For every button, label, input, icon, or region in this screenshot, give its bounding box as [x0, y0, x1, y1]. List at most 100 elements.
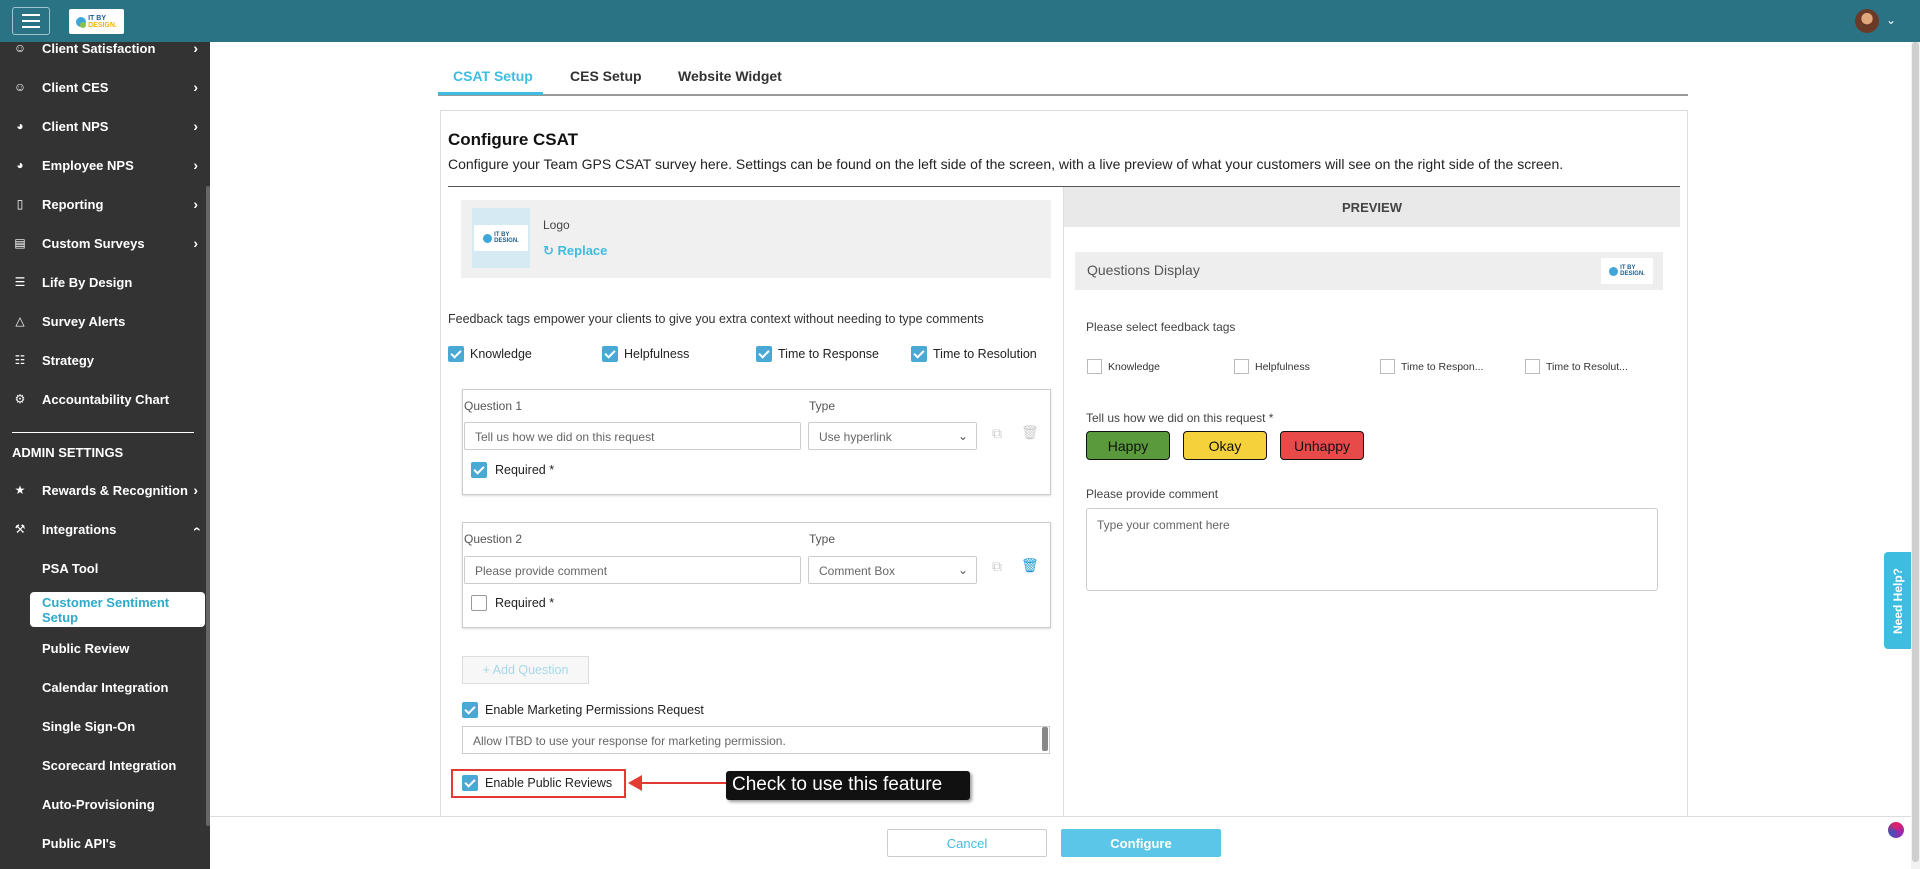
user-avatar[interactable]	[1855, 9, 1879, 33]
sidebar-item-label: Client NPS	[42, 118, 109, 134]
need-help-tab[interactable]: Need Help?	[1884, 552, 1911, 649]
checkbox-checked[interactable]	[602, 346, 618, 362]
checkbox-unchecked[interactable]	[1234, 359, 1249, 374]
sidebar-item-label: Client Satisfaction	[42, 40, 156, 56]
preview-tag-time-to-resolution[interactable]: Time to Resolut...	[1525, 359, 1628, 374]
add-question-button[interactable]: + Add Question	[462, 656, 589, 684]
copy-icon[interactable]: ⧉	[992, 425, 1002, 442]
question-1-input[interactable]: Tell us how we did on this request	[464, 422, 801, 450]
sidebar-subitem-public-api[interactable]: Public API's	[42, 836, 116, 851]
happy-button[interactable]: Happy	[1086, 431, 1170, 460]
chevron-right-icon: ›	[193, 40, 198, 56]
copy-icon[interactable]: ⧉	[992, 558, 1002, 575]
tab-website-widget[interactable]: Website Widget	[678, 68, 782, 84]
checkbox-unchecked[interactable]	[1087, 359, 1102, 374]
sidebar-subitem-customer-sentiment-setup[interactable]: Customer Sentiment Setup	[30, 592, 205, 627]
marketing-permission-textarea[interactable]: Allow ITBD to use your response for mark…	[462, 726, 1050, 754]
preview-tag-helpfulness[interactable]: Helpfulness	[1234, 359, 1310, 374]
trash-icon[interactable]: 🗑	[1021, 424, 1039, 441]
sidebar-subitem-public-review[interactable]: Public Review	[42, 641, 129, 656]
chevron-down-icon: ⌄	[957, 429, 968, 443]
question-2-type-label: Type	[809, 532, 836, 546]
chevron-right-icon: ›	[193, 157, 198, 173]
trash-icon[interactable]: 🗑	[1021, 557, 1039, 574]
public-reviews-checkbox[interactable]: Enable Public Reviews	[462, 775, 612, 791]
question-1-label: Question 1	[464, 399, 523, 413]
tag-time-to-resolution-checkbox[interactable]: Time to Resolution	[911, 346, 1037, 362]
question-1-required-checkbox[interactable]: Required *	[471, 462, 554, 478]
select-value: Comment Box	[819, 564, 896, 578]
tag-time-to-response-checkbox[interactable]: Time to Response	[756, 346, 879, 362]
sidebar-item-label: Rewards & Recognition	[42, 482, 188, 498]
chevron-down-icon[interactable]: ⌄	[1886, 13, 1896, 27]
public-reviews-label: Enable Public Reviews	[485, 776, 613, 790]
required-label: Required *	[495, 596, 555, 610]
tab-csat-setup[interactable]: CSAT Setup	[453, 68, 533, 84]
preview-heading: PREVIEW	[1064, 187, 1680, 227]
sidebar-item-life-by-design[interactable]: ☰ Life By Design	[12, 270, 198, 294]
question-1-type-select[interactable]: Use hyperlink ⌄	[808, 422, 977, 450]
brand-logo[interactable]: IT BY DESIGN.	[69, 9, 124, 34]
arrow-line	[640, 782, 726, 784]
tab-ces-setup[interactable]: CES Setup	[570, 68, 642, 84]
tools-icon: ⚒	[14, 522, 26, 536]
preview-tag-label: Time to Respon...	[1401, 360, 1484, 373]
tag-label: Time to Resolution	[933, 347, 1037, 361]
preview-comment-textarea[interactable]: Type your comment here	[1086, 508, 1658, 591]
checkbox-checked[interactable]	[471, 462, 487, 478]
sidebar-item-client-ces[interactable]: ☺ Client CES ›	[12, 75, 198, 99]
sidebar-subitem-auto-provisioning[interactable]: Auto-Provisioning	[42, 797, 155, 812]
sidebar-item-survey-alerts[interactable]: △ Survey Alerts	[12, 309, 198, 333]
menu-toggle-button[interactable]	[12, 7, 50, 35]
page-scrollbar[interactable]	[1911, 42, 1920, 869]
assistant-icon[interactable]	[1888, 822, 1904, 838]
configure-button[interactable]: Configure	[1061, 829, 1221, 857]
scrollbar-thumb[interactable]	[1912, 42, 1919, 862]
sidebar-item-client-satisfaction[interactable]: ☺ Client Satisfaction ›	[12, 36, 198, 60]
marketing-permissions-checkbox[interactable]: Enable Marketing Permissions Request	[462, 702, 704, 718]
sidebar-subitem-single-sign-on[interactable]: Single Sign-On	[42, 719, 135, 734]
sidebar-item-employee-nps[interactable]: ◕ Employee NPS ›	[12, 153, 198, 177]
replace-logo-button[interactable]: ↻ Replace	[543, 243, 607, 259]
active-tab-indicator	[438, 92, 543, 95]
preview-tag-knowledge[interactable]: Knowledge	[1087, 359, 1160, 374]
textarea-scrollbar[interactable]	[1042, 727, 1048, 751]
checkbox-checked[interactable]	[756, 346, 772, 362]
gauge-icon: ◕	[16, 158, 24, 172]
sidebar-subitem-scorecard-integration[interactable]: Scorecard Integration	[42, 758, 176, 773]
preview-question-2: Please provide comment	[1086, 487, 1219, 501]
tag-knowledge-checkbox[interactable]: Knowledge	[448, 346, 532, 362]
tag-label: Knowledge	[470, 347, 532, 361]
sidebar-item-accountability-chart[interactable]: ⚙ Accountability Chart	[12, 387, 198, 411]
sidebar-subitem-calendar-integration[interactable]: Calendar Integration	[42, 680, 168, 695]
checkbox-unchecked[interactable]	[1380, 359, 1395, 374]
sidebar-item-label: Accountability Chart	[42, 391, 170, 407]
sidebar-item-label: Employee NPS	[42, 157, 134, 173]
tag-label: Helpfulness	[624, 347, 690, 361]
sidebar-scrollbar[interactable]	[206, 186, 210, 826]
okay-button[interactable]: Okay	[1183, 431, 1267, 460]
preview-tag-time-to-response[interactable]: Time to Respon...	[1380, 359, 1483, 374]
sidebar-item-strategy[interactable]: ☷ Strategy	[12, 348, 198, 372]
sidebar-item-label: Strategy	[42, 352, 95, 368]
question-2-required-checkbox[interactable]: Required *	[471, 595, 554, 611]
question-2-type-select[interactable]: Comment Box ⌄	[808, 556, 977, 584]
chevron-right-icon: ›	[193, 482, 198, 498]
checkbox-unchecked[interactable]	[1525, 359, 1540, 374]
top-bar: IT BY DESIGN. ⌄	[0, 0, 1920, 42]
checkbox-checked[interactable]	[462, 702, 478, 718]
sidebar-subitem-psa-tool[interactable]: PSA Tool	[42, 561, 98, 576]
unhappy-button[interactable]: Unhappy	[1280, 431, 1364, 460]
tag-helpfulness-checkbox[interactable]: Helpfulness	[602, 346, 689, 362]
sidebar-item-reporting[interactable]: ▯ Reporting ›	[12, 192, 198, 216]
checkbox-checked[interactable]	[448, 346, 464, 362]
sidebar-item-integrations[interactable]: ⚒ Integrations ›	[12, 517, 204, 541]
sidebar-item-custom-surveys[interactable]: ▤ Custom Surveys ›	[12, 231, 198, 255]
checkbox-checked[interactable]	[462, 775, 478, 791]
checkbox-checked[interactable]	[911, 346, 927, 362]
checkbox-unchecked[interactable]	[471, 595, 487, 611]
sidebar-item-client-nps[interactable]: ◕ Client NPS ›	[12, 114, 198, 138]
sidebar-item-rewards[interactable]: ★ Rewards & Recognition ›	[12, 478, 198, 502]
cancel-button[interactable]: Cancel	[887, 829, 1047, 857]
question-2-input[interactable]: Please provide comment	[464, 556, 801, 584]
